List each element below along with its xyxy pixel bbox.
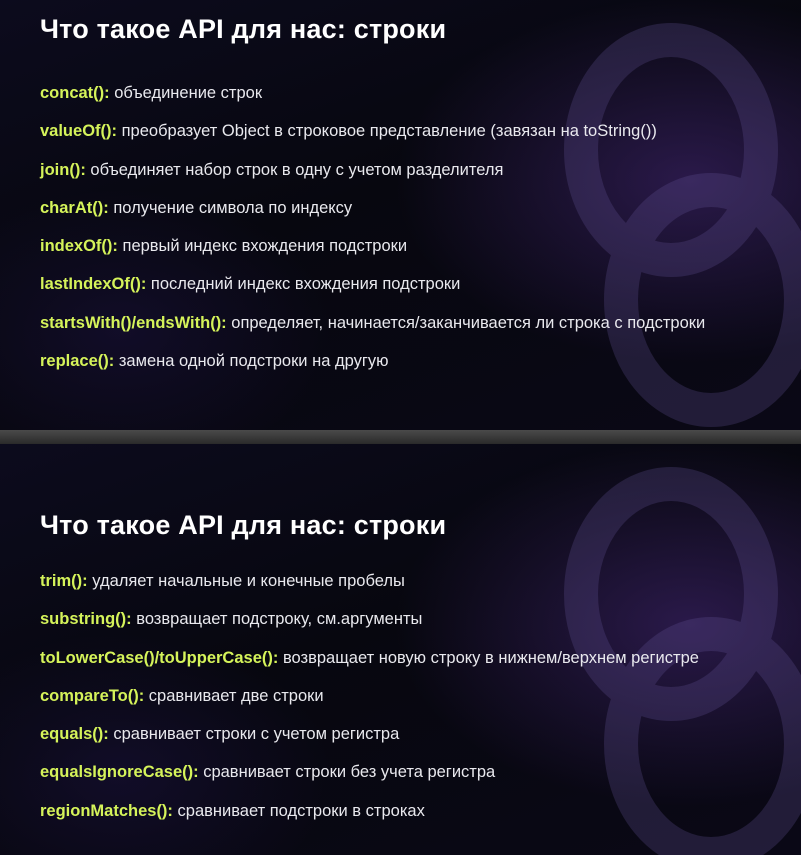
- list-item: equals(): сравнивает строки с учетом рег…: [40, 723, 699, 761]
- method-description: сравнивает подстроки в строках: [172, 801, 425, 820]
- method-name: compareTo():: [40, 686, 145, 705]
- method-name: lastIndexOf():: [40, 275, 147, 294]
- method-description: сравнивает строки без учета регистра: [198, 763, 496, 782]
- slide-divider: [0, 430, 801, 444]
- method-name: equalsIgnoreCase():: [40, 763, 199, 782]
- method-name: substring():: [40, 610, 132, 629]
- list-item: charAt(): получение символа по индексу: [40, 197, 705, 235]
- list-item: replace(): замена одной подстроки на дру…: [40, 350, 705, 388]
- list-item: valueOf(): преобразует Object в строково…: [40, 120, 705, 158]
- slide-2: Что такое API для нас: строки trim(): уд…: [0, 444, 801, 855]
- list-item: startsWith()/endsWith(): определяет, нач…: [40, 312, 705, 350]
- method-description: сравнивает две строки: [144, 686, 324, 705]
- method-name: concat():: [40, 84, 110, 102]
- list-item: compareTo(): сравнивает две строки: [40, 685, 699, 723]
- list-item: join(): объединяет набор строк в одну с …: [40, 159, 705, 197]
- method-description: возвращает новую строку в нижнем/верхнем…: [278, 648, 699, 667]
- method-name: valueOf():: [40, 122, 118, 141]
- method-description: получение символа по индексу: [108, 198, 353, 217]
- method-name: toLowerCase()/toUpperCase():: [40, 648, 279, 667]
- method-description: последний индекс вхождения подстроки: [146, 275, 461, 294]
- list-item: toLowerCase()/toUpperCase(): возвращает …: [40, 647, 699, 685]
- list-item: lastIndexOf(): последний индекс вхождени…: [40, 273, 705, 311]
- method-description: преобразует Object в строковое представл…: [117, 122, 657, 141]
- slide-title: Что такое API для нас: строки: [40, 14, 447, 44]
- list-item: equalsIgnoreCase(): сравнивает строки бе…: [40, 761, 699, 799]
- method-name: startsWith()/endsWith():: [40, 313, 227, 332]
- method-name: regionMatches():: [40, 801, 173, 820]
- list-item: concat(): объединение строк: [40, 82, 705, 120]
- method-name: equals():: [40, 725, 109, 744]
- method-description: объединение строк: [109, 84, 263, 102]
- method-description: определяет, начинается/заканчивается ли …: [226, 313, 706, 332]
- list-item: regionMatches(): сравнивает подстроки в …: [40, 800, 699, 838]
- method-name: charAt():: [40, 198, 109, 217]
- list-item: trim(): удаляет начальные и конечные про…: [40, 570, 699, 608]
- method-description: первый индекс вхождения подстроки: [117, 237, 408, 256]
- slide-title: Что такое API для нас: строки: [40, 510, 447, 540]
- method-description: возвращает подстроку, см.аргументы: [131, 610, 423, 629]
- list-item: indexOf(): первый индекс вхождения подст…: [40, 235, 705, 273]
- method-name: indexOf():: [40, 237, 118, 256]
- method-name: trim():: [40, 572, 88, 590]
- method-list: trim(): удаляет начальные и конечные про…: [40, 570, 699, 838]
- method-list: concat(): объединение строк valueOf(): п…: [40, 82, 705, 388]
- method-name: join():: [40, 160, 86, 179]
- slide-1: Что такое API для нас: строки concat(): …: [0, 0, 801, 430]
- method-description: объединяет набор строк в одну с учетом р…: [85, 160, 504, 179]
- list-item: substring(): возвращает подстроку, см.ар…: [40, 608, 699, 646]
- method-description: сравнивает строки с учетом регистра: [108, 725, 400, 744]
- method-name: replace():: [40, 352, 115, 371]
- method-description: замена одной подстроки на другую: [114, 352, 389, 371]
- method-description: удаляет начальные и конечные пробелы: [87, 572, 405, 590]
